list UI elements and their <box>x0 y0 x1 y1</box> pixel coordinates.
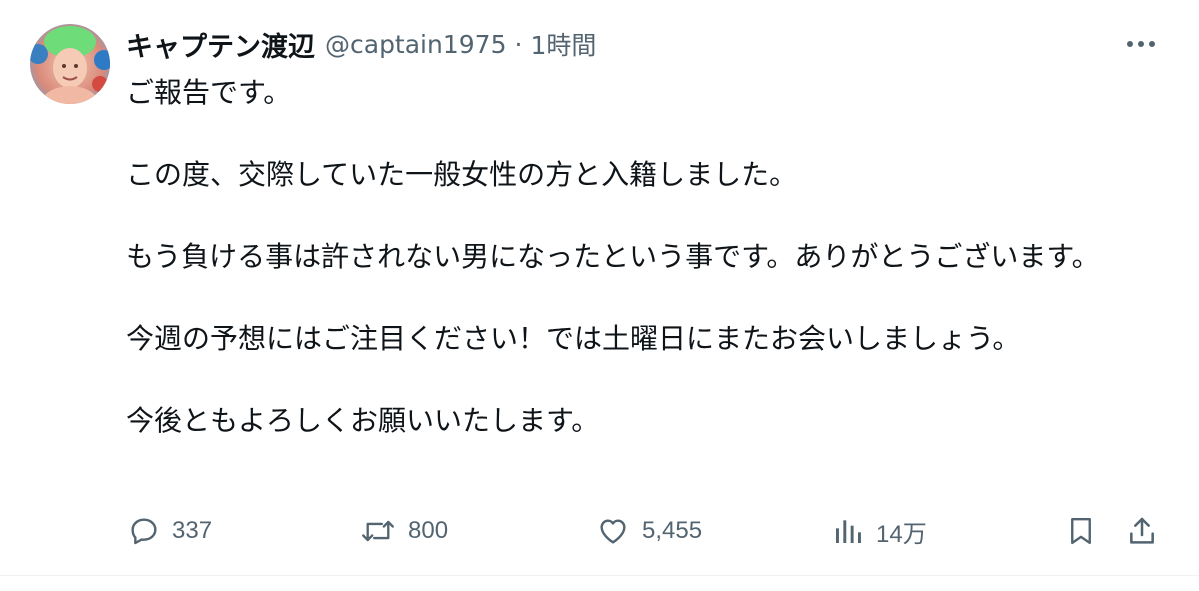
tweet-paragraph-2: この度、交際していた一般女性の方と入籍しました。 <box>126 158 798 191</box>
tweet-text: ご報告です。 この度、交際していた一般女性の方と入籍しました。 もう負ける事は許… <box>126 72 1136 482</box>
more-dots-icon <box>1127 41 1155 47</box>
display-name[interactable]: キャプテン渡辺 <box>126 25 315 64</box>
heart-icon <box>600 519 626 544</box>
retweet-button[interactable]: 800 <box>360 505 448 557</box>
more-options-button[interactable] <box>1123 30 1159 58</box>
share-button[interactable] <box>1126 505 1158 557</box>
retweet-count: 800 <box>408 517 449 544</box>
tweet-card[interactable]: キャプテン渡辺 @captain1975 · 1時間 ご報告です。 この度、交際… <box>0 0 1199 576</box>
view-count: 14万 <box>876 520 927 548</box>
timestamp[interactable]: 1時間 <box>530 26 596 62</box>
reply-icon <box>131 518 157 545</box>
retweet-icon <box>362 520 394 542</box>
like-button[interactable]: 5,455 <box>596 505 702 557</box>
action-bar: 337 800 5,455 14万 <box>0 505 1199 557</box>
user-handle[interactable]: @captain1975 <box>325 30 506 59</box>
tweet-paragraph-3: もう負ける事は許されない男になったという事です。ありがとうございます。 <box>126 240 1100 273</box>
tweet-paragraph-1: ご報告です。 <box>126 76 292 109</box>
bookmark-icon <box>1071 517 1091 545</box>
reply-button[interactable]: 337 <box>128 505 212 557</box>
like-count: 5,455 <box>642 517 703 544</box>
views-button[interactable]: 14万 <box>832 505 927 557</box>
tweet-header: キャプテン渡辺 @captain1975 · 1時間 <box>126 22 596 66</box>
tweet-paragraph-4: 今週の予想にはご注目ください！では土曜日にまたお会いしましょう。 <box>126 322 1021 355</box>
separator-dot: · <box>514 29 523 59</box>
reply-count: 337 <box>172 517 213 544</box>
bookmark-button[interactable] <box>1066 505 1096 557</box>
analytics-icon <box>836 520 861 543</box>
avatar[interactable] <box>30 24 110 104</box>
tweet-paragraph-5: 今後ともよろしくお願いいたします。 <box>126 404 600 437</box>
share-icon <box>1130 517 1154 544</box>
